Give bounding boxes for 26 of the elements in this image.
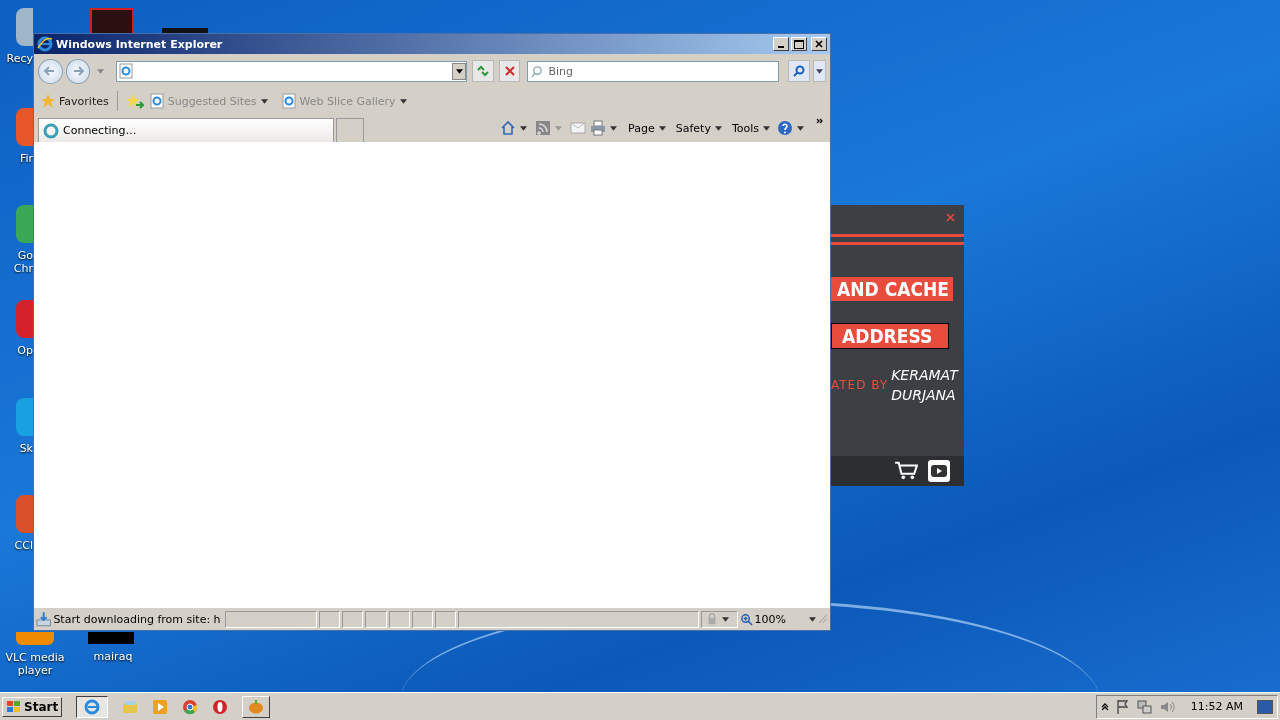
browser-tab[interactable]: Connecting… [38, 118, 334, 142]
search-field[interactable]: Bing [527, 60, 780, 82]
desktop-icon-label[interactable]: Go [17, 249, 33, 262]
command-menu[interactable]: Tools [731, 121, 770, 135]
author-name: DURJANA [891, 386, 957, 405]
desktop-icon-label[interactable]: CCl [14, 539, 33, 552]
favorites-button[interactable]: Favorites [40, 93, 109, 109]
desktop-icon-label[interactable]: Recy [6, 52, 33, 65]
desktop-icon-label[interactable]: mairaq [93, 650, 133, 663]
desktop-icon-label[interactable]: Op [17, 344, 33, 357]
command-menu[interactable]: Safety [675, 121, 722, 135]
author-name: KERAMAT [891, 366, 958, 385]
desktop-icon-label[interactable]: player [17, 664, 53, 677]
desktop-icon-label[interactable]: VLC media [5, 651, 65, 664]
zoom-button[interactable]: 100% [739, 612, 817, 626]
desktop-icon-label[interactable]: Sk [19, 442, 33, 455]
credit-text: ATED BY [831, 378, 889, 392]
status-text: Start downloading from site: h [53, 612, 222, 626]
command-menu[interactable]: Page [628, 121, 666, 135]
start-button[interactable]: Start [2, 696, 63, 717]
desktop-icon-label[interactable]: Chr [13, 262, 33, 275]
banner-text: ADDRESS [831, 323, 950, 349]
desktop-icon-label[interactable]: Fir [19, 152, 33, 165]
banner-text: AND CACHE [831, 277, 953, 301]
clock[interactable]: 11:52 AM [1190, 700, 1243, 713]
window-title: Windows Internet Explorer [56, 37, 224, 51]
